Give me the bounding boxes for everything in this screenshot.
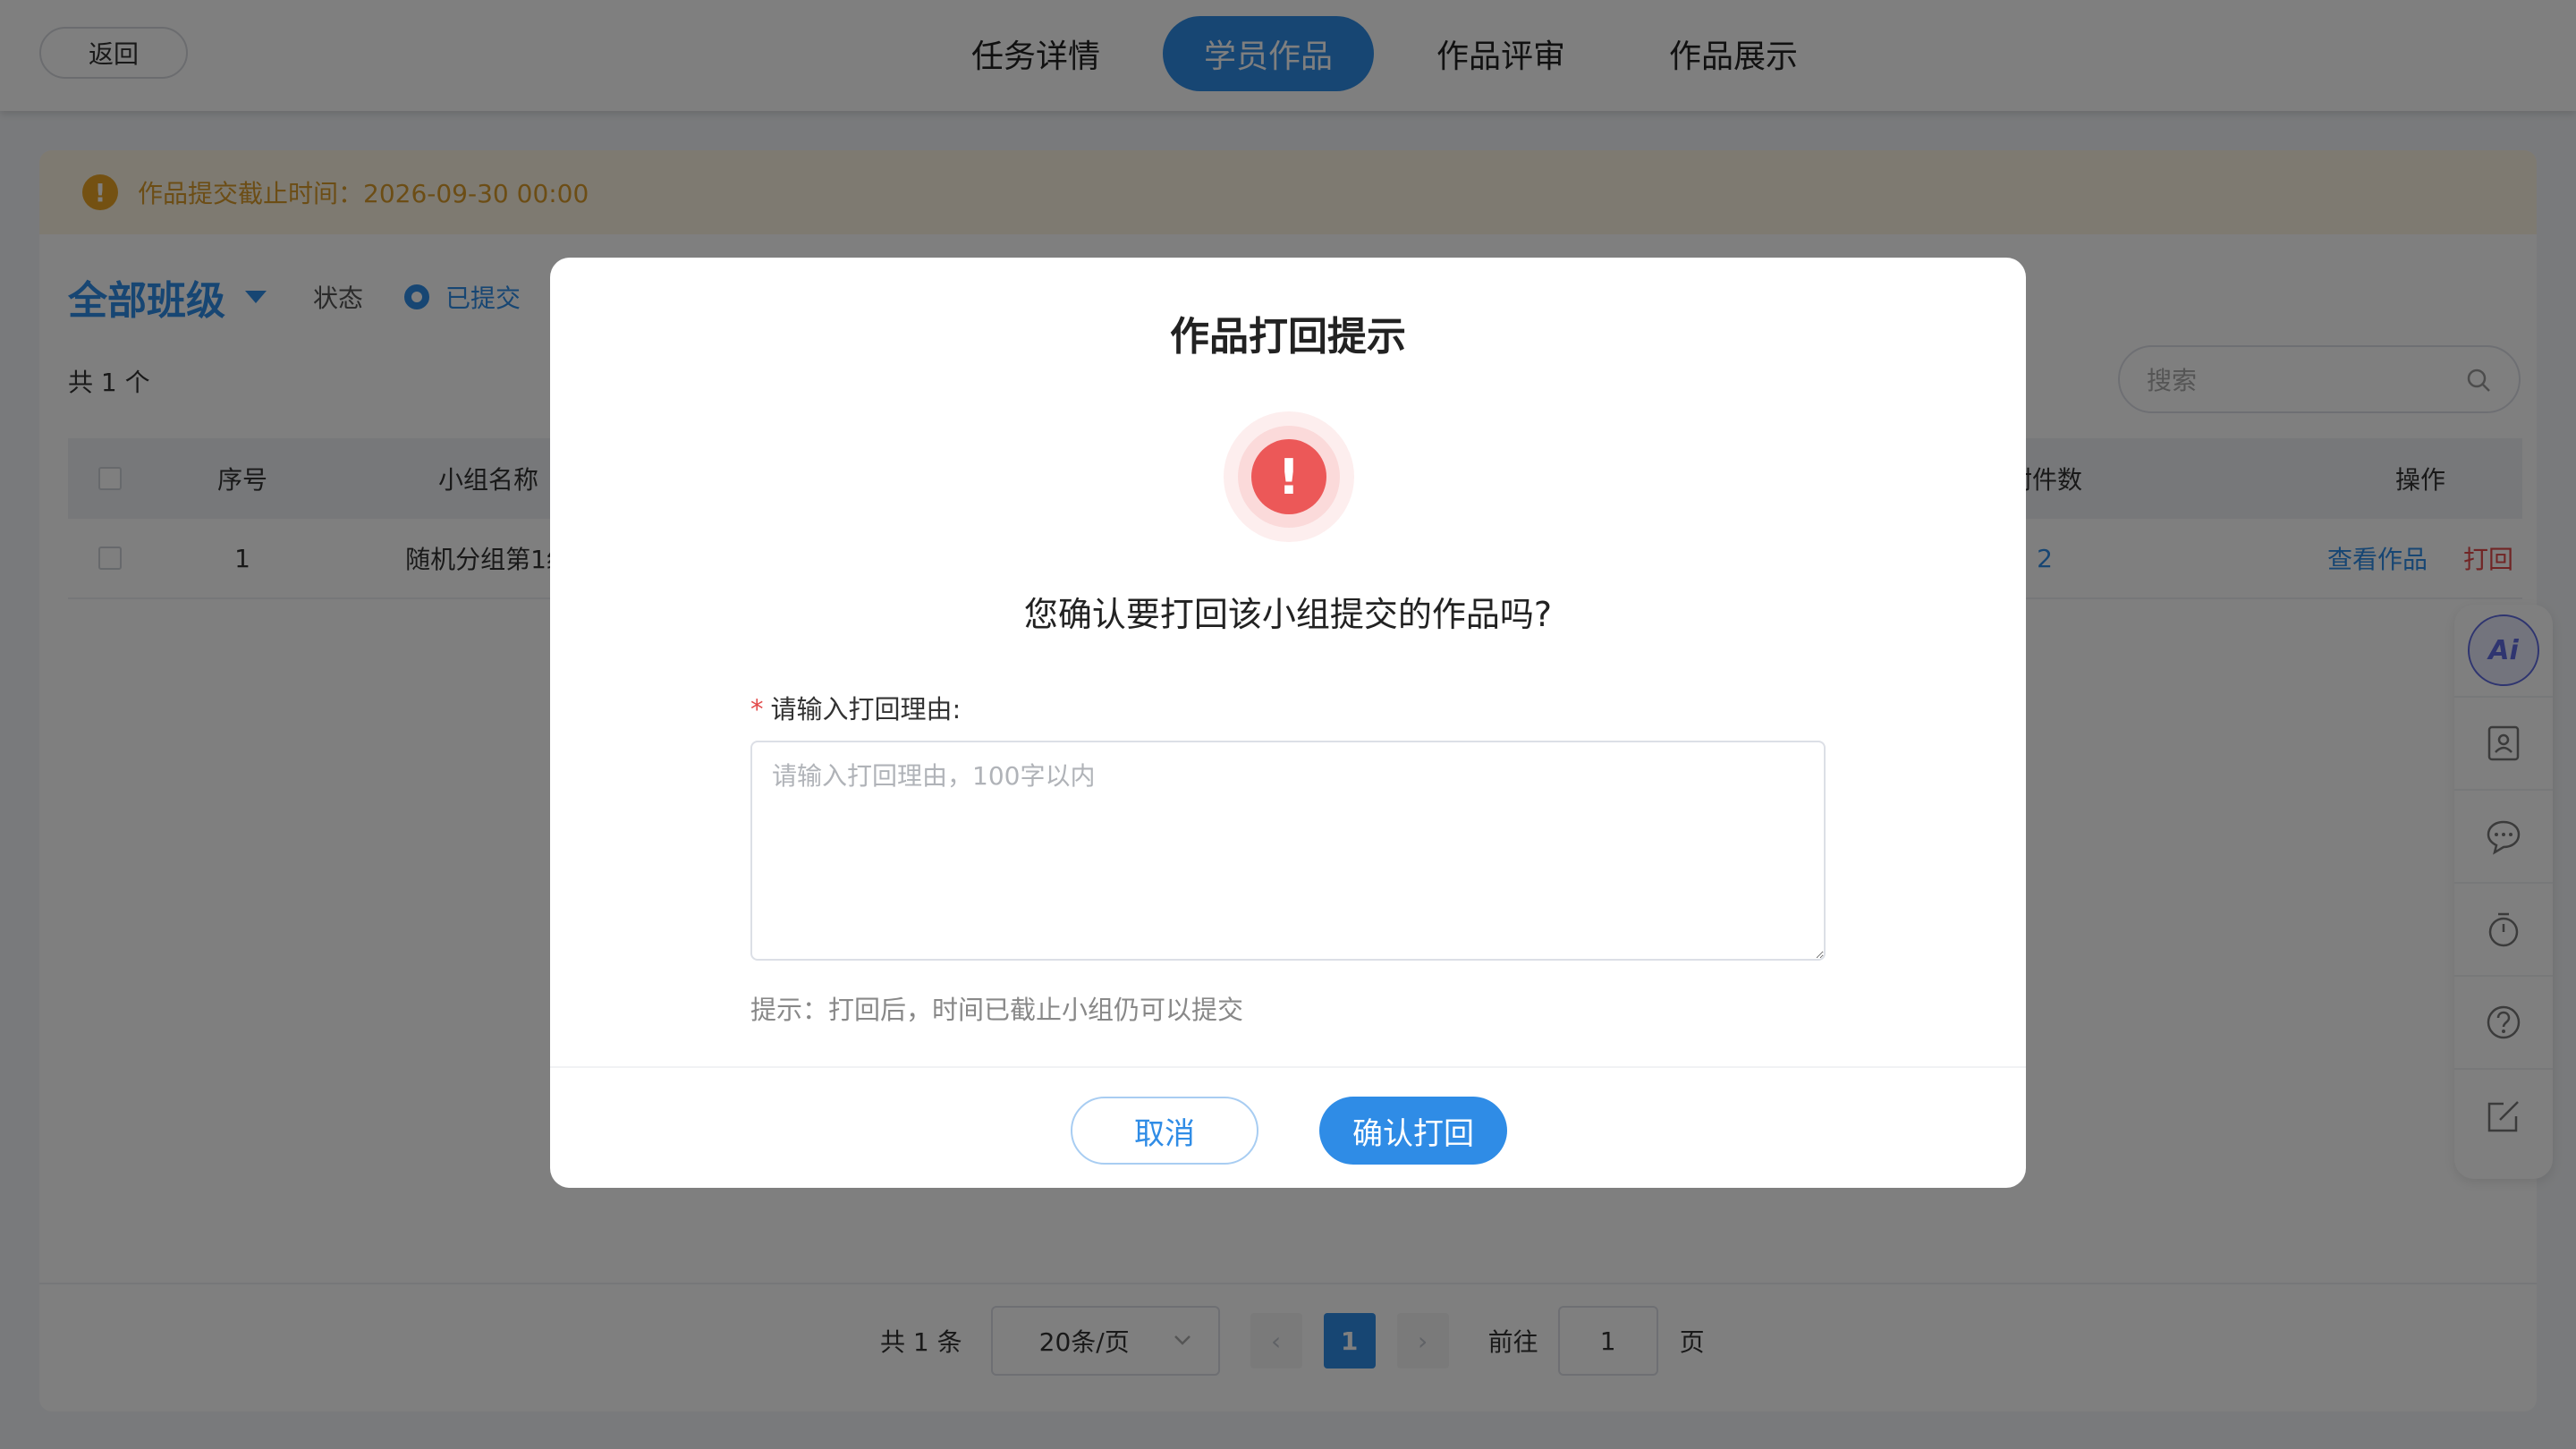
required-mark: *: [750, 694, 764, 724]
confirm-reject-button[interactable]: 确认打回: [1319, 1097, 1507, 1165]
dialog-title: 作品打回提示: [1170, 314, 1406, 360]
dialog-question: 您确认要打回该小组提交的作品吗?: [1023, 595, 1553, 634]
reject-hint: 提示：打回后，时间已截止小组仍可以提交: [750, 995, 1244, 1025]
reject-dialog: 作品打回提示 ! 您确认要打回该小组提交的作品吗? *请输入打回理由: 提示：打…: [550, 258, 2026, 1188]
reason-label: * 请输入打回理由:: [750, 689, 961, 726]
reason-textarea[interactable]: [750, 741, 1826, 961]
alert-icon: !: [1224, 411, 1354, 542]
dialog-footer: 取消 确认打回: [550, 1066, 2026, 1188]
reason-label-text: 请输入打回理由:: [770, 694, 962, 724]
alert-glyph: !: [1251, 439, 1326, 514]
cancel-button[interactable]: 取消: [1071, 1097, 1258, 1165]
